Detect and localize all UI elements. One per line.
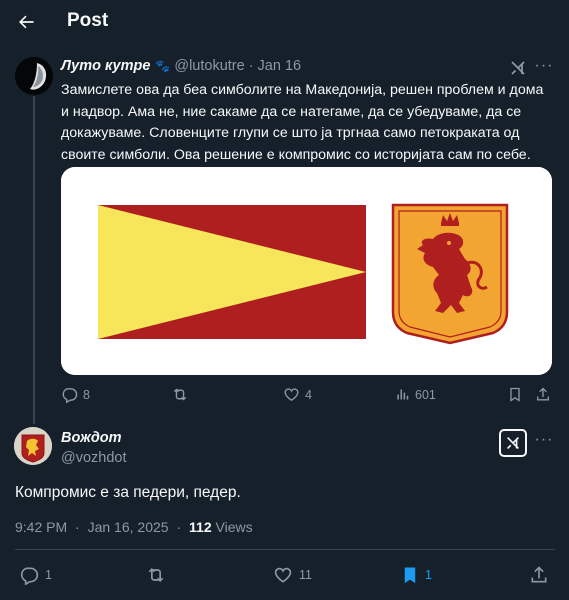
reply-button[interactable]: 8 [61,386,90,403]
top-bar: Post [0,0,569,44]
post-text: Компромис е за педери, педер. [15,484,241,501]
display-name[interactable]: Вождот [61,430,122,446]
views-icon [397,389,409,400]
grok-button[interactable] [499,429,527,457]
more-button[interactable]: ··· [533,432,555,452]
post-date[interactable]: Jan 16 [258,58,302,74]
like-button[interactable]: 11 [273,565,312,585]
page-title: Post [67,10,109,31]
post-text: Замислете ова да беа симболите на Македо… [61,82,544,163]
paw-icon: 🐾 [155,59,171,73]
reply-button[interactable]: 1 [19,565,52,585]
post-actions: 1 11 1 [15,565,555,587]
share-button[interactable] [529,565,555,585]
divider [15,549,555,550]
reply-count: 1 [45,568,52,582]
bookmark-button[interactable]: 1 [401,565,432,585]
share-icon [537,387,549,401]
post-date[interactable]: Jan 16, 2025 [88,519,169,535]
separator: · [176,519,182,535]
views-count: 601 [415,387,436,402]
bookmark-button[interactable] [507,386,528,403]
arrow-left-icon [19,15,34,29]
post-actions: 8 4 601 [61,386,553,406]
share-icon [531,566,547,583]
like-count: 11 [299,568,312,582]
retweet-button[interactable] [145,565,173,585]
back-button[interactable] [12,8,40,36]
avatar-image [14,427,52,465]
like-count: 4 [305,387,312,402]
handle[interactable]: @vozhdot [61,450,127,466]
grok-icon [511,61,525,75]
more-dots-icon: ··· [534,431,554,448]
heart-icon [284,388,299,402]
more-dots-icon: ··· [534,57,554,74]
post-author-line: Лутo кутре 🐾 @lutokutre · Jan 16 [61,58,301,74]
views-count: 112 [189,519,212,535]
reply-count: 8 [83,387,90,402]
retweet-button[interactable] [171,386,194,403]
bookmark-icon [510,387,520,402]
grok-icon [507,437,519,449]
post-time[interactable]: 9:42 PM [15,519,67,535]
avatar[interactable] [15,57,53,95]
retweet-icon [148,567,164,583]
bookmark-icon [404,567,416,584]
reply-icon [62,388,78,403]
share-button[interactable] [535,386,556,403]
heart-icon [274,567,292,583]
like-button[interactable]: 4 [283,386,312,403]
handle[interactable]: @lutokutre [174,58,244,74]
thread-connector-line [33,96,35,424]
display-name[interactable]: Лутo кутре [61,58,150,74]
reply-icon [20,567,39,585]
grok-button[interactable] [508,58,528,78]
avatar[interactable] [14,427,52,465]
retweet-icon [173,388,187,401]
views-label: Views [215,519,253,535]
bookmark-count: 1 [425,568,432,582]
views-button[interactable]: 601 [395,386,436,403]
separator: · [75,519,80,535]
flag-and-coat-of-arms-image [61,167,552,375]
separator: · [248,58,254,74]
post-timestamp-line: 9:42 PM · Jan 16, 2025 · 112 Views [15,519,253,535]
avatar-image [15,57,53,95]
post-image[interactable] [61,167,552,375]
more-button[interactable]: ··· [533,58,555,78]
